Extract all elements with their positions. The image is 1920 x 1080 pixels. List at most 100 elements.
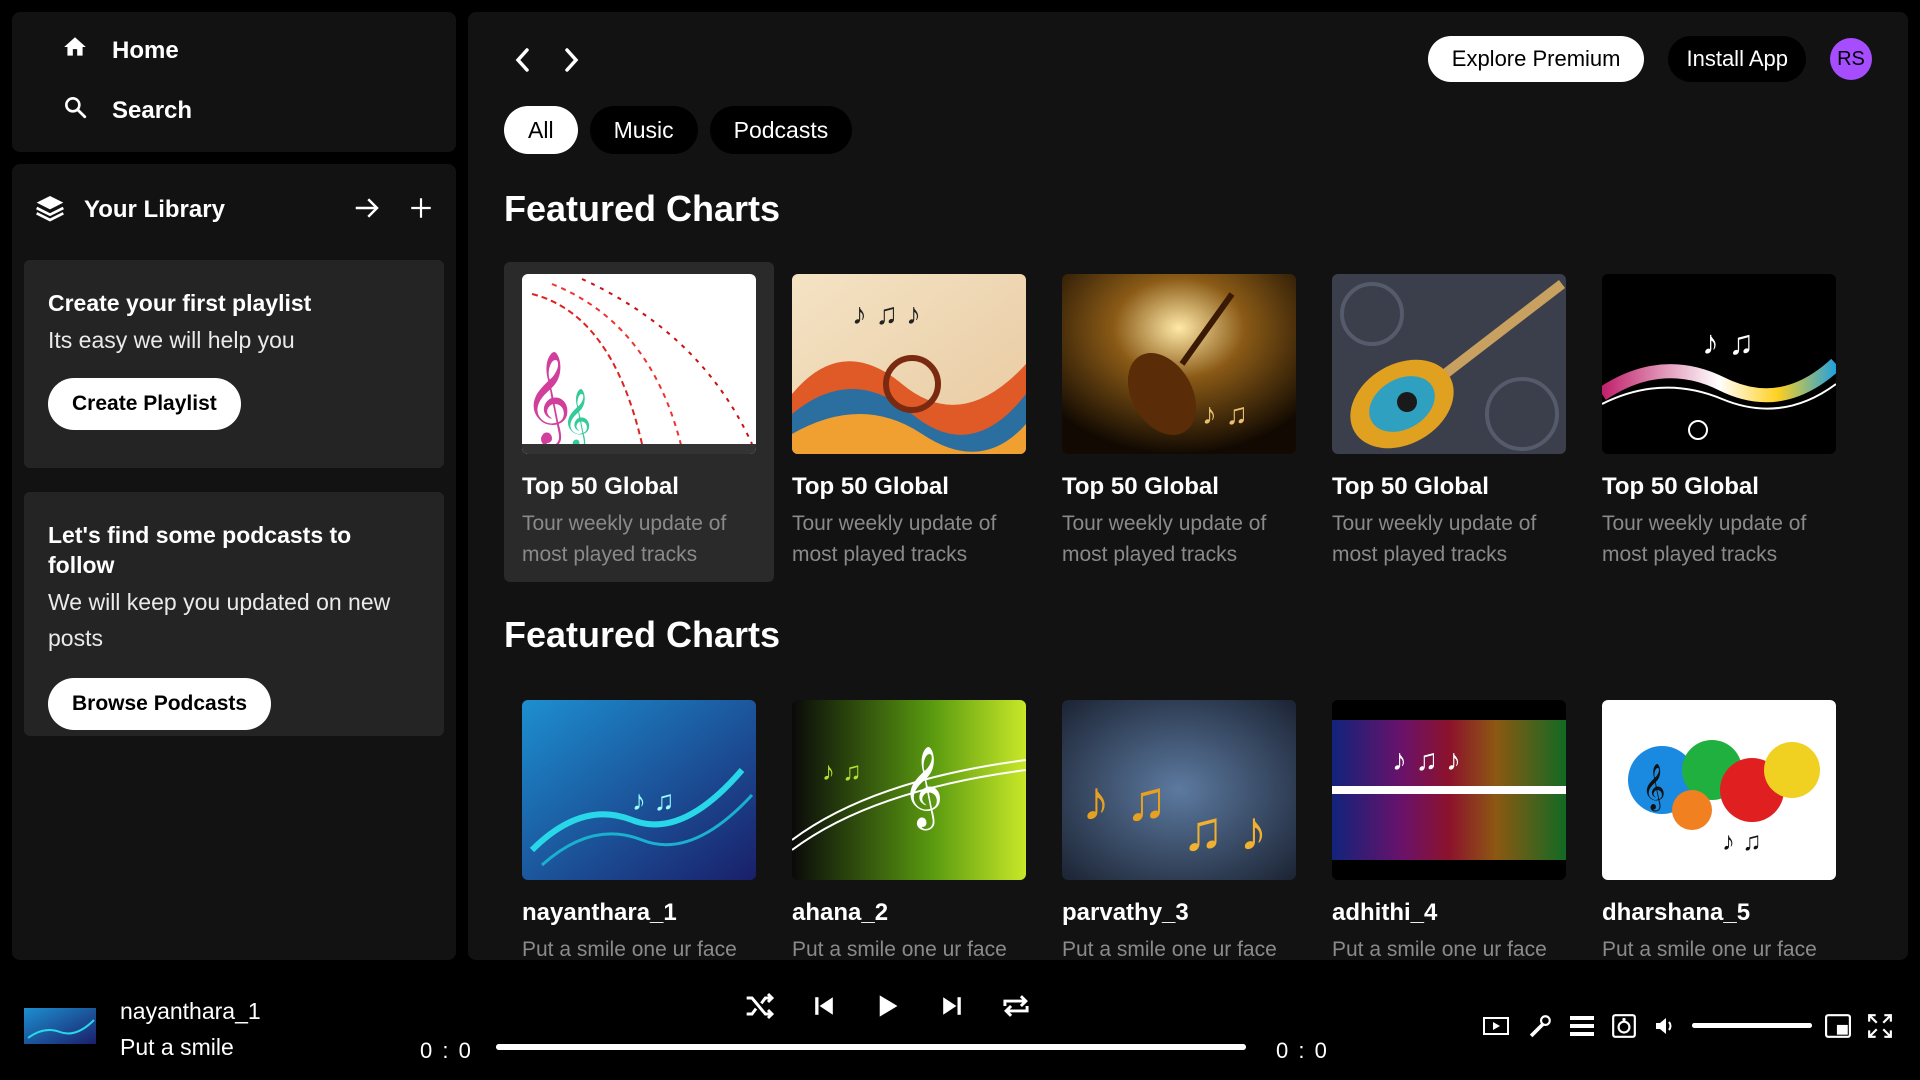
card-title: Top 50 Global <box>522 473 679 500</box>
card-thumbnail: ♪ ♫ ♪ <box>1332 700 1566 880</box>
playback-controls <box>744 990 1032 1022</box>
card-thumbnail: 𝄞 ♪ ♫ <box>792 700 1026 880</box>
explore-premium-button[interactable]: Explore Premium <box>1427 36 1645 82</box>
svg-text:♪ ♫: ♪ ♫ <box>632 785 675 816</box>
card-thumbnail: 𝄞 𝄞 <box>522 274 756 454</box>
plus-icon[interactable] <box>408 195 434 226</box>
nav-search[interactable]: Search <box>62 94 192 127</box>
card-title: adhithi_4 <box>1332 899 1438 926</box>
volume-level <box>1692 1023 1812 1028</box>
card-title: nayanthara_1 <box>522 899 677 926</box>
card-title: Top 50 Global <box>1602 473 1759 500</box>
sidebar-nav: Home Search <box>12 12 456 152</box>
card-title: parvathy_3 <box>1062 899 1189 926</box>
card-description: Put a smile one ur face <box>1602 938 1817 960</box>
card-title: Top 50 Global <box>1062 473 1219 500</box>
svg-text:♪ ♫: ♪ ♫ <box>1202 398 1248 431</box>
library-panel: Your Library Create your first playlist … <box>12 164 456 960</box>
search-icon <box>62 94 88 127</box>
now-playing-artist: Put a smile <box>120 1034 234 1060</box>
chart-card[interactable]: Top 50 Global Tour weekly update of most… <box>1314 262 1584 582</box>
artist-card[interactable]: ♪ ♫ ♫ ♪ parvathy_3 Put a smile one ur fa… <box>1044 688 1314 960</box>
fullscreen-icon[interactable] <box>1866 1012 1894 1040</box>
queue-icon[interactable] <box>1568 1012 1596 1040</box>
svg-text:♪ ♫ ♪: ♪ ♫ ♪ <box>852 298 921 331</box>
svg-text:♪ ♫: ♪ ♫ <box>1722 826 1762 856</box>
create-playlist-subtitle: Its easy we will help you <box>48 327 295 353</box>
back-arrow-icon[interactable] <box>510 42 536 78</box>
chart-card[interactable]: ♪ ♫ ♪ Top 50 Global Tour weekly update o… <box>774 262 1044 582</box>
connect-device-icon[interactable] <box>1610 1012 1638 1040</box>
volume-icon[interactable] <box>1651 1012 1679 1040</box>
home-icon <box>62 34 88 67</box>
card-description: Tour weekly update of most played tracks <box>1062 512 1267 566</box>
card-thumbnail <box>1332 274 1566 454</box>
next-icon[interactable] <box>936 990 968 1022</box>
card-description: Tour weekly update of most played tracks <box>1602 512 1807 566</box>
library-title: Your Library <box>84 196 225 223</box>
nav-search-label: Search <box>112 96 193 124</box>
player-bar: nayanthara_1 Put a smile 0 : 0 0 : 0 <box>0 960 1920 1080</box>
browse-podcasts-subtitle: We will keep you updated on new posts <box>48 589 391 651</box>
browse-podcasts-button[interactable]: Browse Podcasts <box>48 678 272 730</box>
section-title: Featured Charts <box>504 188 781 229</box>
filter-all[interactable]: All <box>504 106 578 154</box>
card-title: ahana_2 <box>792 899 889 926</box>
progress-bar[interactable] <box>496 1044 1246 1050</box>
time-current: 0 : 0 <box>420 1038 473 1063</box>
artist-card[interactable]: 𝄞 ♪ ♫ ahana_2 Put a smile one ur face <box>774 688 1044 960</box>
svg-text:♪ ♫: ♪ ♫ <box>822 756 862 786</box>
chart-card[interactable]: ♪ ♫ Top 50 Global Tour weekly update of … <box>1044 262 1314 582</box>
svg-text:♪ ♫ ♪: ♪ ♫ ♪ <box>1392 744 1461 777</box>
svg-text:𝄞: 𝄞 <box>1642 764 1666 812</box>
artist-card[interactable]: ♪ ♫ nayanthara_1 Put a smile one ur face <box>504 688 774 960</box>
chart-card[interactable]: 𝄞 𝄞 Top 50 Global Tour weekly update of … <box>504 262 774 582</box>
card-description: Tour weekly update of most played tracks <box>522 512 727 566</box>
miniplayer-icon[interactable] <box>1824 1012 1852 1040</box>
svg-text:♪ ♫: ♪ ♫ <box>1702 324 1754 362</box>
artist-card[interactable]: ♪ ♫ ♪ adhithi_4 Put a smile one ur face <box>1314 688 1584 960</box>
svg-text:♪ ♫: ♪ ♫ <box>1082 769 1168 832</box>
library-icon[interactable] <box>34 192 66 229</box>
svg-text:𝄞: 𝄞 <box>902 745 943 830</box>
create-playlist-block: Create your first playlist Its easy we w… <box>24 260 444 468</box>
arrow-right-icon[interactable] <box>352 193 382 228</box>
avatar[interactable]: RS <box>1830 38 1872 80</box>
chart-card[interactable]: ♪ ♫ Top 50 Global Tour weekly update of … <box>1584 262 1854 582</box>
card-description: Tour weekly update of most played tracks <box>1332 512 1537 566</box>
library-header: Your Library <box>34 190 434 230</box>
card-title: dharshana_5 <box>1602 899 1751 926</box>
svg-text:♫ ♪: ♫ ♪ <box>1182 799 1268 862</box>
lyrics-mic-icon[interactable] <box>1526 1012 1554 1040</box>
forward-arrow-icon[interactable] <box>558 42 584 78</box>
nav-home[interactable]: Home <box>62 34 179 67</box>
filter-podcasts[interactable]: Podcasts <box>709 106 853 154</box>
shuffle-icon[interactable] <box>744 990 776 1022</box>
previous-icon[interactable] <box>808 990 840 1022</box>
filter-chips: All Music Podcasts <box>504 106 853 154</box>
filter-music[interactable]: Music <box>589 106 698 154</box>
volume-slider[interactable] <box>1692 1023 1812 1028</box>
browse-podcasts-block: Let's find some podcasts to follow We wi… <box>24 492 444 736</box>
svg-text:𝄞: 𝄞 <box>562 388 592 449</box>
create-playlist-title: Create your first playlist <box>48 290 312 316</box>
card-description: Tour weekly update of most played tracks <box>792 512 997 566</box>
install-app-button[interactable]: Install App <box>1668 36 1806 82</box>
play-icon[interactable] <box>872 990 904 1022</box>
card-thumbnail: ♪ ♫ <box>522 700 756 880</box>
nav-home-label: Home <box>112 36 179 64</box>
create-playlist-button[interactable]: Create Playlist <box>48 378 241 430</box>
progress-fill <box>496 1044 1246 1050</box>
repeat-icon[interactable] <box>1000 990 1032 1022</box>
card-thumbnail: ♪ ♫ ♪ <box>792 274 1026 454</box>
browse-podcasts-title: Let's find some podcasts to follow <box>48 522 352 578</box>
card-title: Top 50 Global <box>792 473 949 500</box>
card-title: Top 50 Global <box>1332 473 1489 500</box>
card-thumbnail: ♪ ♫ ♫ ♪ <box>1062 700 1296 880</box>
card-description: Put a smile one ur face <box>522 938 737 960</box>
card-row: 𝄞 𝄞 Top 50 Global Tour weekly update of … <box>504 262 1854 582</box>
card-description: Put a smile one ur face <box>1062 938 1277 960</box>
card-thumbnail: ♪ ♫ <box>1602 274 1836 454</box>
now-playing-view-icon[interactable] <box>1482 1012 1510 1040</box>
artist-card[interactable]: 𝄞 ♪ ♫ dharshana_5 Put a smile one ur fac… <box>1584 688 1854 960</box>
